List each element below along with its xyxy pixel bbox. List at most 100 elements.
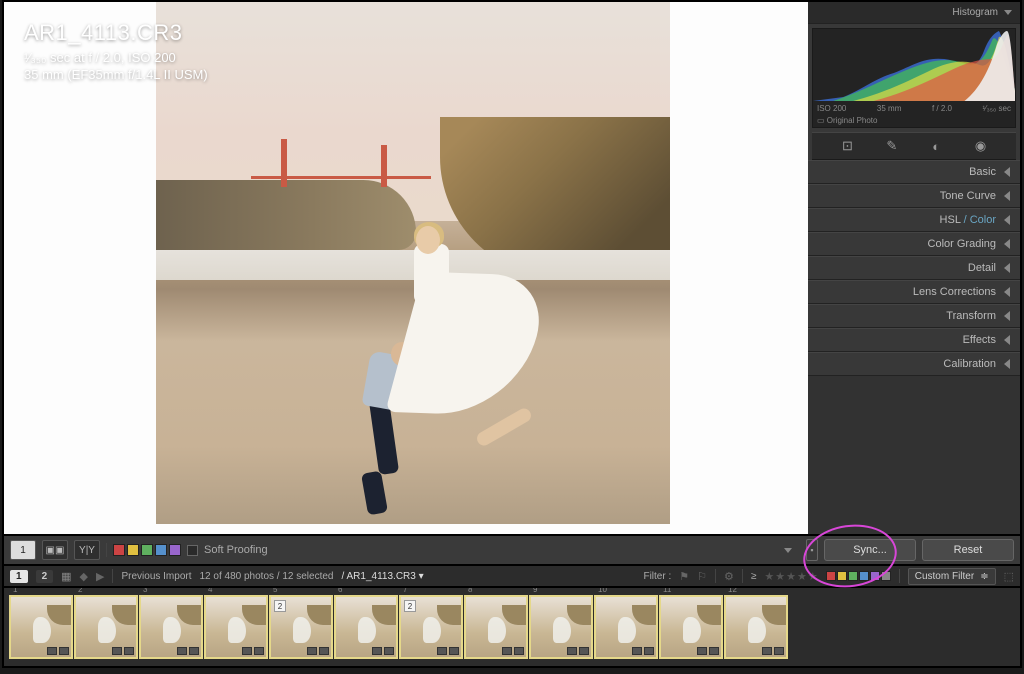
panel-section-lens-corrections[interactable]: Lens Corrections — [808, 280, 1020, 304]
thumbnail[interactable]: 72 — [400, 596, 462, 658]
filter-preset-dropdown[interactable]: Custom Filter≑ — [908, 568, 996, 585]
thumb-flags — [598, 647, 654, 655]
collapse-icon — [1004, 287, 1010, 297]
before-after-button[interactable]: Y|Y — [74, 540, 100, 560]
panel-section-effects[interactable]: Effects — [808, 328, 1020, 352]
chevron-down-icon — [1004, 10, 1012, 15]
thumb-flags — [273, 647, 329, 655]
color-label-chips[interactable] — [113, 544, 181, 556]
collapse-icon — [1004, 335, 1010, 345]
heal-tool-icon[interactable]: ✎ — [883, 137, 901, 155]
filter-color-chip[interactable] — [826, 571, 836, 581]
primary-window-badge[interactable]: 1 — [10, 570, 28, 583]
flag-off-icon[interactable]: ⚐ — [697, 570, 707, 583]
thumbnail[interactable]: 3 — [140, 596, 202, 658]
filmstrip-filter-bar: 1 2 ▦ ◆ ▶ Previous Import 12 of 480 phot… — [2, 566, 1022, 588]
panel-section-label: Lens Corrections — [913, 286, 996, 298]
thumbnail[interactable]: 52 — [270, 596, 332, 658]
nav-back-icon[interactable]: ◆ — [80, 570, 88, 583]
preview-panel[interactable]: AR1_4113.CR3 ¹⁄₃₅₀ sec at f / 2.0, ISO 2… — [4, 2, 808, 534]
color-chip[interactable] — [127, 544, 139, 556]
thumbnail[interactable]: 6 — [335, 596, 397, 658]
filmstrip[interactable]: 12345267289101112 — [2, 588, 1022, 668]
photo-count: 12 of 480 photos / 12 selected — [200, 571, 334, 582]
nav-fwd-icon[interactable]: ▶ — [96, 570, 104, 583]
filter-color-chip[interactable] — [837, 571, 847, 581]
rating-filter[interactable]: ★★★★★ — [764, 570, 817, 583]
panel-section-basic[interactable]: Basic — [808, 160, 1020, 184]
thumb-index: 12 — [728, 588, 737, 594]
stack-badge[interactable]: 2 — [274, 600, 286, 612]
soft-proofing-toggle[interactable]: Soft Proofing — [187, 544, 268, 556]
loupe-view-button[interactable]: 1 — [10, 540, 36, 560]
collapse-icon — [1004, 263, 1010, 273]
filter-lock-icon[interactable]: ⬚ — [1004, 570, 1014, 583]
panel-section-tone-curve[interactable]: Tone Curve — [808, 184, 1020, 208]
overlay-lens: 35 mm (EF35mm f/1.4L II USM) — [24, 67, 208, 82]
color-chip[interactable] — [155, 544, 167, 556]
checkbox-icon[interactable] — [187, 545, 198, 556]
panel-section-label: Calibration — [943, 358, 996, 370]
source-label[interactable]: Previous Import — [121, 571, 191, 582]
thumbnail[interactable]: 11 — [660, 596, 722, 658]
overlay-exposure: ¹⁄₃₅₀ sec at f / 2.0, ISO 200 — [24, 50, 208, 65]
panel-section-label: Basic — [969, 166, 996, 178]
histogram-svg — [813, 29, 1015, 101]
thumb-flags — [663, 647, 719, 655]
flag-filter-icon[interactable]: ⚑ — [679, 570, 689, 583]
panel-section-transform[interactable]: Transform — [808, 304, 1020, 328]
thumbnail[interactable]: 4 — [205, 596, 267, 658]
thumb-flags — [533, 647, 589, 655]
thumbnail[interactable]: 12 — [725, 596, 787, 658]
stack-badge[interactable]: 2 — [404, 600, 416, 612]
color-chip[interactable] — [113, 544, 125, 556]
thumb-index: 6 — [338, 588, 342, 594]
panel-section-label: Color Grading — [928, 238, 996, 250]
color-chip[interactable] — [141, 544, 153, 556]
filter-color-chip[interactable] — [881, 571, 891, 581]
thumbnail[interactable]: 8 — [465, 596, 527, 658]
thumb-flags — [143, 647, 199, 655]
panel-section-hsl-color[interactable]: HSL / Color — [808, 208, 1020, 232]
panel-section-color-grading[interactable]: Color Grading — [808, 232, 1020, 256]
collapse-icon — [1004, 359, 1010, 369]
rating-op[interactable]: ≥ — [751, 571, 757, 582]
crop-tool-icon[interactable]: ⊡ — [838, 137, 856, 155]
panel-section-label: Tone Curve — [940, 190, 996, 202]
thumbnail[interactable]: 10 — [595, 596, 657, 658]
current-file: AR1_4113.CR3 — [347, 571, 416, 582]
filter-color-chip[interactable] — [859, 571, 869, 581]
sync-switch[interactable]: ▪ — [806, 539, 818, 561]
secondary-window-badge[interactable]: 2 — [36, 570, 54, 583]
panel-section-label: HSL / Color — [940, 214, 996, 226]
toolbar-menu-icon[interactable] — [784, 548, 792, 553]
filter-settings-icon[interactable]: ⚙ — [724, 570, 734, 583]
color-filter-chips[interactable] — [826, 571, 891, 581]
mask-tool-icon[interactable]: ◐ — [927, 137, 945, 155]
grid-icon[interactable]: ▦ — [61, 570, 71, 583]
thumb-flags — [468, 647, 524, 655]
collapse-icon — [1004, 311, 1010, 321]
photo-info-overlay: AR1_4113.CR3 ¹⁄₃₅₀ sec at f / 2.0, ISO 2… — [24, 20, 208, 82]
filter-color-chip[interactable] — [848, 571, 858, 581]
original-photo-label[interactable]: Original Photo — [817, 116, 877, 125]
filter-color-chip[interactable] — [870, 571, 880, 581]
histogram[interactable]: ISO 200 35 mm f / 2.0 ¹⁄₃₅₀ sec Original… — [812, 28, 1016, 128]
thumbnail[interactable]: 1 — [10, 596, 72, 658]
collapse-icon — [1004, 167, 1010, 177]
thumb-index: 3 — [143, 588, 147, 594]
compare-view-button[interactable]: ▣▣ — [42, 540, 68, 560]
sync-button[interactable]: Sync... — [824, 539, 916, 561]
thumb-index: 7 — [403, 588, 407, 594]
overlay-filename: AR1_4113.CR3 — [24, 20, 208, 46]
thumb-flags — [728, 647, 784, 655]
reset-button[interactable]: Reset — [922, 539, 1014, 561]
thumbnail[interactable]: 2 — [75, 596, 137, 658]
panel-section-calibration[interactable]: Calibration — [808, 352, 1020, 376]
histogram-header[interactable]: Histogram — [808, 2, 1020, 24]
thumbnail[interactable]: 9 — [530, 596, 592, 658]
color-chip[interactable] — [169, 544, 181, 556]
panel-section-detail[interactable]: Detail — [808, 256, 1020, 280]
main-photo[interactable] — [156, 2, 670, 524]
redeye-tool-icon[interactable]: ◉ — [972, 137, 990, 155]
